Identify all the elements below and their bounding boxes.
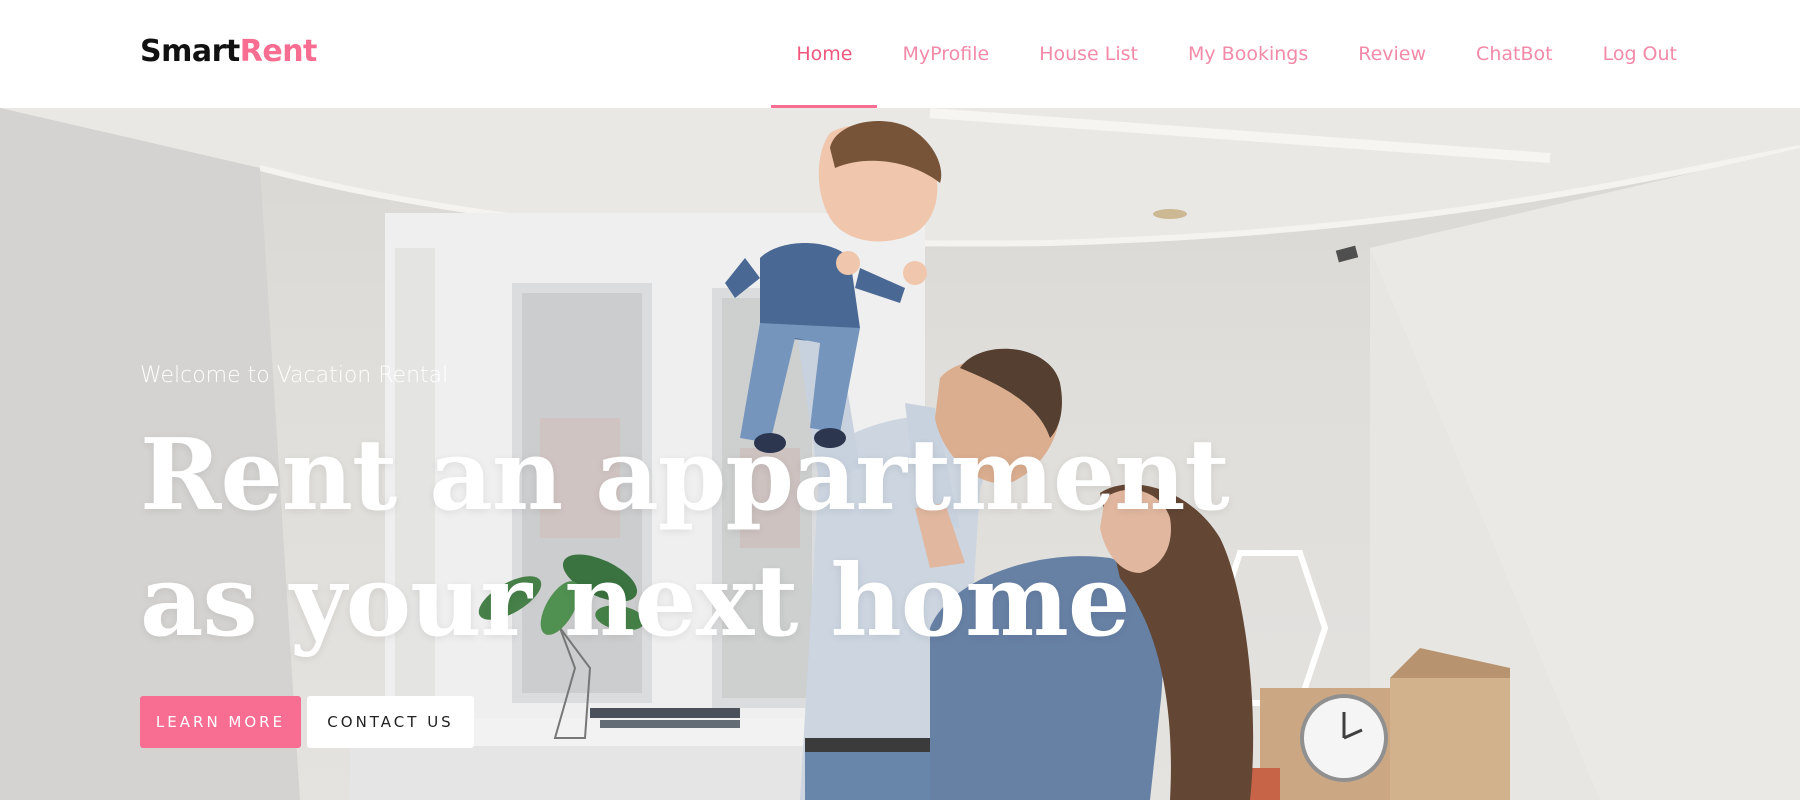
- nav-my-bookings[interactable]: My Bookings: [1163, 0, 1333, 108]
- nav-review[interactable]: Review: [1333, 0, 1451, 108]
- hero-headline-line2: as your next home: [140, 544, 1130, 659]
- contact-us-button[interactable]: CONTACT US: [307, 696, 474, 748]
- hero-headline: Rent an appartment as your next home: [140, 413, 1240, 665]
- hero-section: Welcome to Vacation Rental Rent an appar…: [0, 108, 1800, 800]
- site-header: SmartRent Home MyProfile House List My B…: [0, 0, 1800, 108]
- brand-name-part2: Rent: [239, 34, 318, 69]
- nav-chatbot[interactable]: ChatBot: [1451, 0, 1578, 108]
- nav-house-list[interactable]: House List: [1014, 0, 1163, 108]
- nav-my-profile[interactable]: MyProfile: [877, 0, 1014, 108]
- nav-home[interactable]: Home: [771, 0, 878, 108]
- brand-logo[interactable]: SmartRent: [140, 32, 317, 72]
- brand-name-part1: Smart: [140, 34, 240, 69]
- nav-log-out[interactable]: Log Out: [1578, 0, 1702, 108]
- main-nav: Home MyProfile House List My Bookings Re…: [771, 0, 1702, 108]
- hero-welcome-text: Welcome to Vacation Rental: [140, 363, 449, 388]
- hero-headline-line1: Rent an appartment: [140, 418, 1230, 533]
- learn-more-button[interactable]: LEARN MORE: [140, 696, 301, 748]
